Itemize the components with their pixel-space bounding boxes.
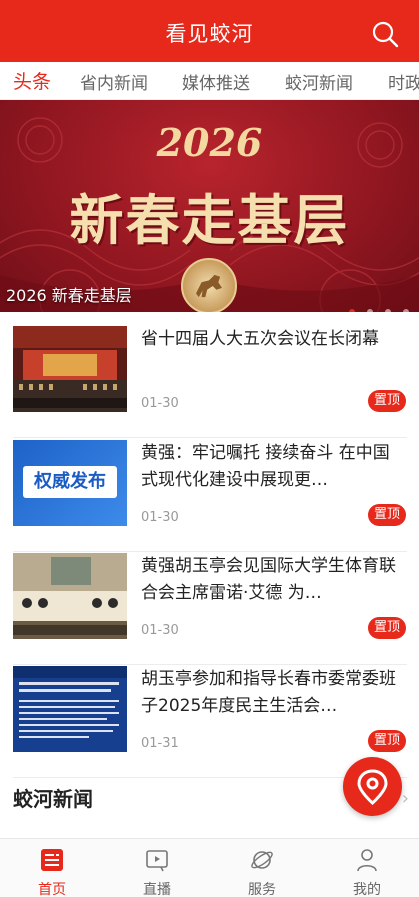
nav-mine[interactable]: 我的 [315, 839, 419, 897]
authoritative-release-label: 权威发布 [23, 466, 117, 498]
news-headline: 黄强胡玉亭会见国际大学生体育联合会主席雷诺·艾德 为… [141, 556, 396, 603]
news-item[interactable]: 权威发布 黄强：牢记嘱托 接续奋斗 在中国式现代化建设中展现更… 01-30 置… [13, 440, 407, 552]
pinned-badge: 置顶 [367, 617, 406, 639]
news-icon [41, 849, 63, 871]
news-date: 01-30 [141, 623, 179, 638]
news-date: 01-31 [141, 736, 179, 751]
horse-seal-icon [181, 258, 237, 312]
planet-icon [251, 851, 273, 869]
tab-provincial-news[interactable]: 省内新闻 [80, 69, 148, 94]
nav-label: 服务 [248, 882, 276, 897]
nav-label: 直播 [143, 882, 171, 897]
tab-media-push[interactable]: 媒体推送 [182, 69, 250, 94]
search-icon[interactable] [371, 20, 399, 48]
bottom-navigation: 首页 直播 服务 我的 [0, 838, 419, 897]
video-icon [146, 850, 168, 872]
nav-services[interactable]: 服务 [210, 839, 314, 897]
news-headline: 黄强：牢记嘱托 接续奋斗 在中国式现代化建设中展现更… [141, 443, 390, 490]
app-header: 看见蛟河 [0, 0, 419, 62]
news-item[interactable]: 黄强胡玉亭会见国际大学生体育联合会主席雷诺·艾德 为… 01-30 置顶 [13, 553, 407, 665]
news-headline: 胡玉亭参加和指导长春市委常委班子2025年度民主生活会… [141, 669, 396, 716]
tab-headlines[interactable]: 头条 [13, 67, 51, 94]
nav-label: 首页 [38, 882, 66, 897]
news-headline: 省十四届人大五次会议在长闭幕 [141, 329, 379, 349]
news-thumbnail: 权威发布 [13, 440, 127, 526]
hero-banner[interactable]: 2026 新春走基层 2026 新春走基层 [0, 100, 419, 312]
pinned-badge: 置顶 [367, 504, 406, 526]
news-thumbnail [13, 553, 127, 639]
news-thumbnail [13, 666, 127, 752]
banner-slogan: 新春走基层 [69, 188, 350, 252]
carousel-dot[interactable] [403, 309, 409, 312]
section-title: 蛟河新闻 [13, 787, 93, 811]
app-title: 看见蛟河 [165, 22, 254, 46]
banner-caption: 2026 新春走基层 [6, 286, 132, 305]
user-icon [357, 849, 377, 872]
pinned-badge: 置顶 [367, 730, 406, 752]
nav-live[interactable]: 直播 [105, 839, 209, 897]
nav-home[interactable]: 首页 [0, 839, 104, 897]
tab-politics[interactable]: 时政 [388, 69, 419, 94]
chevron-right-icon[interactable]: › [402, 788, 409, 809]
category-tabs: 头条 省内新闻 媒体推送 蛟河新闻 时政 [0, 62, 419, 100]
nav-label: 我的 [353, 882, 381, 897]
news-item[interactable]: 省十四届人大五次会议在长闭幕 01-30 置顶 [13, 326, 407, 438]
news-thumbnail [13, 326, 127, 412]
location-pin-icon [357, 769, 388, 806]
location-button[interactable] [343, 757, 402, 816]
news-date: 01-30 [141, 510, 179, 525]
banner-year: 2026 [156, 120, 263, 165]
carousel-dot[interactable] [384, 309, 391, 312]
carousel-indicator [342, 300, 409, 312]
tab-jiaohe-news[interactable]: 蛟河新闻 [285, 69, 353, 94]
pinned-badge: 置顶 [367, 390, 406, 412]
carousel-dot[interactable] [348, 309, 355, 312]
carousel-dot[interactable] [366, 309, 373, 312]
news-date: 01-30 [141, 396, 179, 411]
